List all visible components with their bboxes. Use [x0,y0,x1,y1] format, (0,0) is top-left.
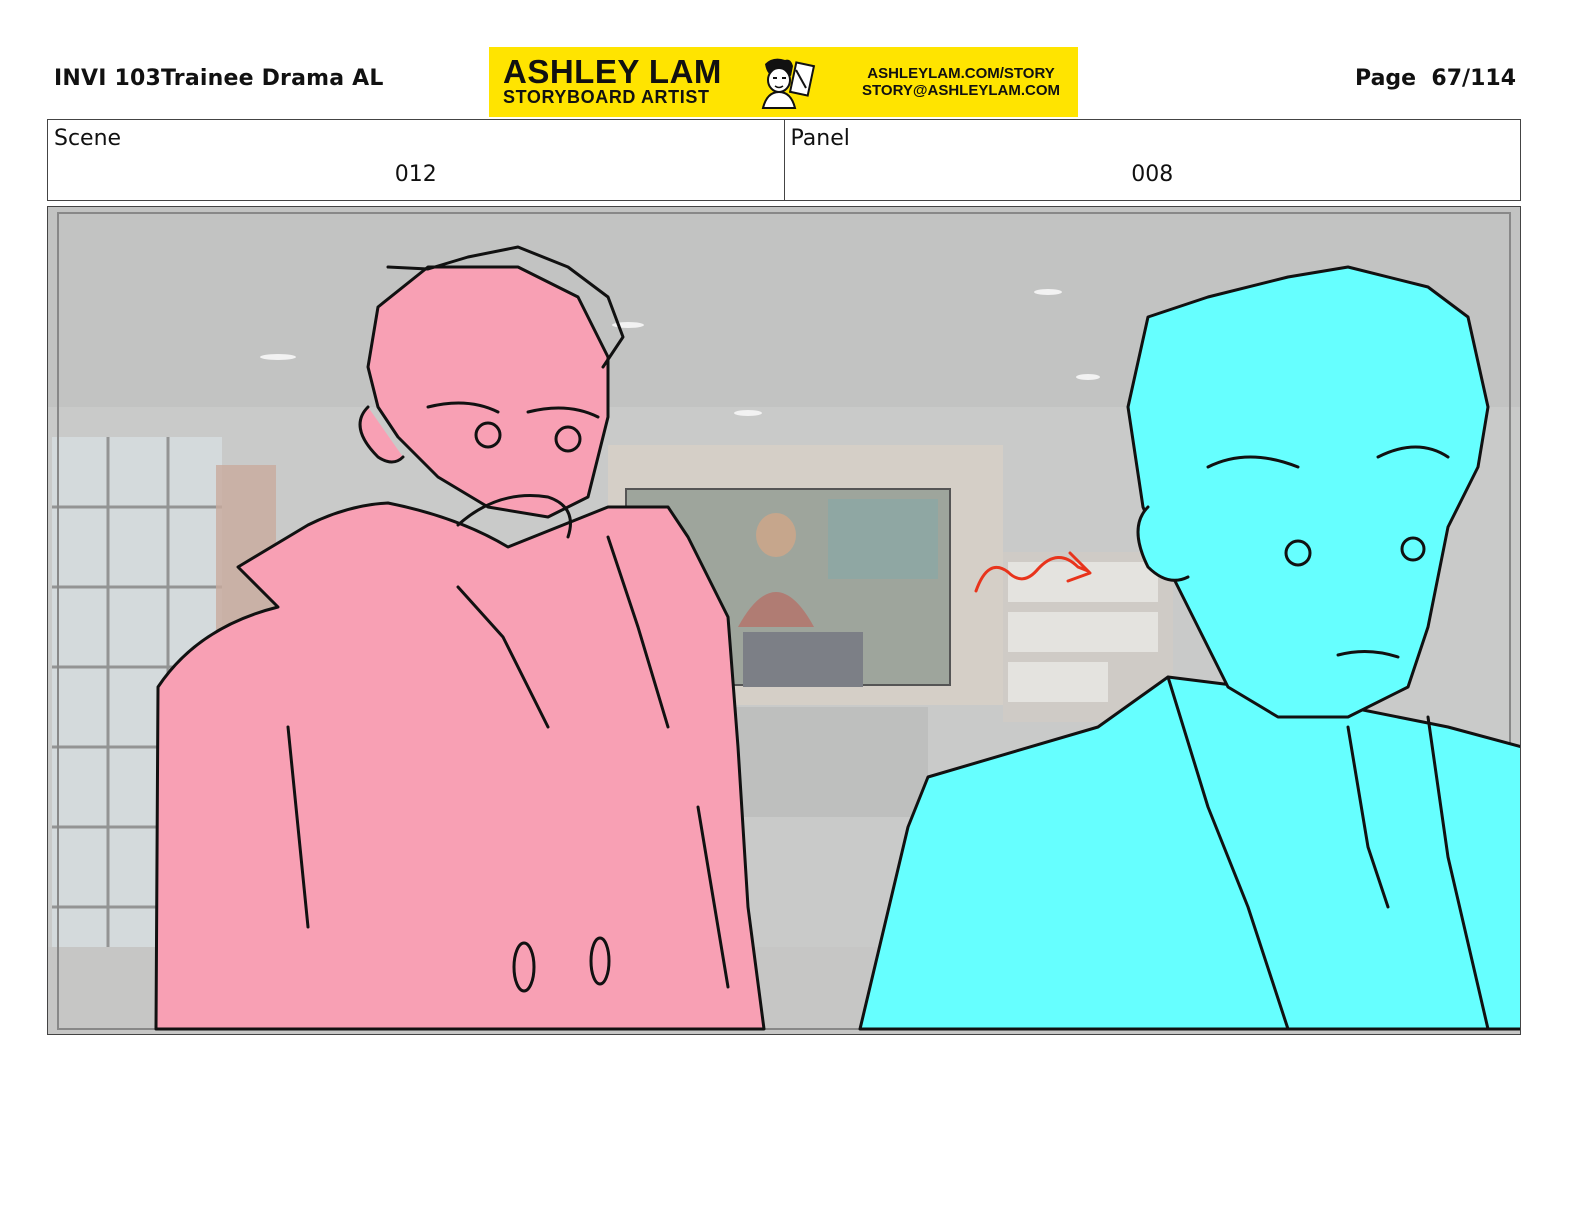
ceiling-light [1076,374,1100,380]
document-title: INVI 103Trainee Drama AL [54,66,384,91]
page-label: Page [1355,66,1417,91]
ceiling-light [734,410,762,416]
contact-info: ASHLEYLAM.COM/STORY STORY@ASHLEYLAM.COM [862,65,1060,99]
scene-cell: Scene 012 [48,120,784,200]
storyboard-panel [47,206,1521,1035]
panel-cell: Panel 008 [783,120,1521,200]
panel-value: 008 [1131,162,1174,187]
ceiling-light [260,354,296,360]
tv-figure-head [756,513,796,557]
website-text: ASHLEYLAM.COM/STORY [867,65,1055,82]
tv-inset-image [828,499,938,579]
artist-role: STORYBOARD ARTIST [503,87,710,107]
ceiling-light [1034,289,1062,295]
email-text: STORY@ASHLEYLAM.COM [862,82,1060,99]
scene-value: 012 [394,162,437,187]
tv-podium [743,632,863,687]
panel-label: Panel [790,126,850,151]
artist-name: ASHLEY LAM [503,53,722,90]
artist-banner: ASHLEY LAM STORYBOARD ARTIST ASHLEYLAM.C… [489,47,1078,117]
scene-panel-info: Scene 012 Panel 008 [47,119,1521,201]
artist-caricature-icon [761,58,816,109]
page-number: Page 67/114 [1355,66,1516,91]
page-count: 67/114 [1431,66,1516,91]
scene-label: Scene [54,126,122,151]
panel-artwork [48,207,1520,1034]
